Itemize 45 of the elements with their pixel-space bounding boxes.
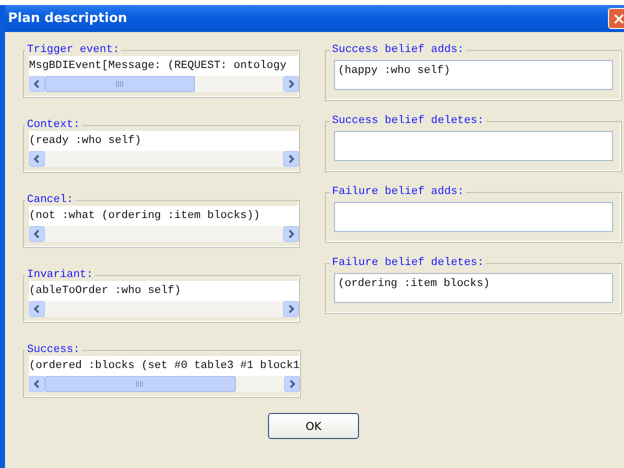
- text-field[interactable]: (ordered :blocks (set #0 table3 #1 block1: [29, 356, 300, 392]
- horizontal-scrollbar[interactable]: [29, 151, 299, 167]
- field-value: (ableToOrder :who self): [29, 285, 181, 297]
- scroll-left-icon[interactable]: [29, 76, 45, 92]
- scroll-right-icon[interactable]: [284, 376, 300, 392]
- field-label: Trigger event:: [26, 44, 120, 56]
- scroll-right-icon[interactable]: [283, 151, 299, 167]
- scroll-right-icon[interactable]: [283, 76, 299, 92]
- text-field[interactable]: (ableToOrder :who self): [29, 281, 299, 317]
- scroll-right-icon[interactable]: [283, 301, 299, 317]
- field-label: Failure belief adds:: [331, 186, 466, 198]
- scroll-left-icon[interactable]: [29, 376, 45, 392]
- scroll-left-icon[interactable]: [29, 301, 45, 317]
- horizontal-scrollbar[interactable]: [29, 376, 300, 392]
- field-label: Cancel:: [26, 194, 74, 206]
- scroll-right-icon[interactable]: [283, 226, 299, 242]
- text-field[interactable]: (happy :who self): [334, 60, 613, 90]
- field-label: Invariant:: [26, 269, 94, 281]
- field-value: (ordered :blocks (set #0 table3 #1 block1: [29, 360, 300, 372]
- field-value: (not :what (ordering :item blocks)): [29, 210, 260, 222]
- text-field[interactable]: [334, 202, 613, 232]
- field-label: Context:: [26, 119, 81, 131]
- scroll-left-icon[interactable]: [29, 151, 45, 167]
- field-value: (ordering :item blocks): [338, 278, 490, 290]
- text-field[interactable]: (ready :who self): [29, 131, 299, 167]
- scroll-left-icon[interactable]: [29, 226, 45, 242]
- window-title: Plan description: [7, 11, 128, 26]
- ok-button[interactable]: OK: [268, 413, 359, 439]
- text-field[interactable]: [334, 131, 613, 161]
- field-label: Failure belief deletes:: [331, 257, 485, 269]
- text-field[interactable]: (not :what (ordering :item blocks)): [29, 206, 299, 242]
- field-value: MsgBDIEvent[Message: (REQUEST: ontology: [29, 60, 286, 72]
- scroll-thumb[interactable]: [45, 376, 236, 392]
- field-label: Success:: [26, 344, 81, 356]
- field-label: Success belief adds:: [331, 44, 466, 56]
- scroll-thumb[interactable]: [45, 76, 195, 92]
- field-label: Success belief deletes:: [331, 115, 485, 127]
- horizontal-scrollbar[interactable]: [29, 301, 299, 317]
- field-value: (ready :who self): [29, 135, 142, 147]
- horizontal-scrollbar[interactable]: [29, 76, 299, 92]
- field-value: (happy :who self): [338, 65, 450, 77]
- text-field[interactable]: (ordering :item blocks): [334, 273, 613, 303]
- horizontal-scrollbar[interactable]: [29, 226, 299, 242]
- close-button[interactable]: ×: [608, 8, 624, 29]
- text-field[interactable]: MsgBDIEvent[Message: (REQUEST: ontology: [29, 56, 299, 92]
